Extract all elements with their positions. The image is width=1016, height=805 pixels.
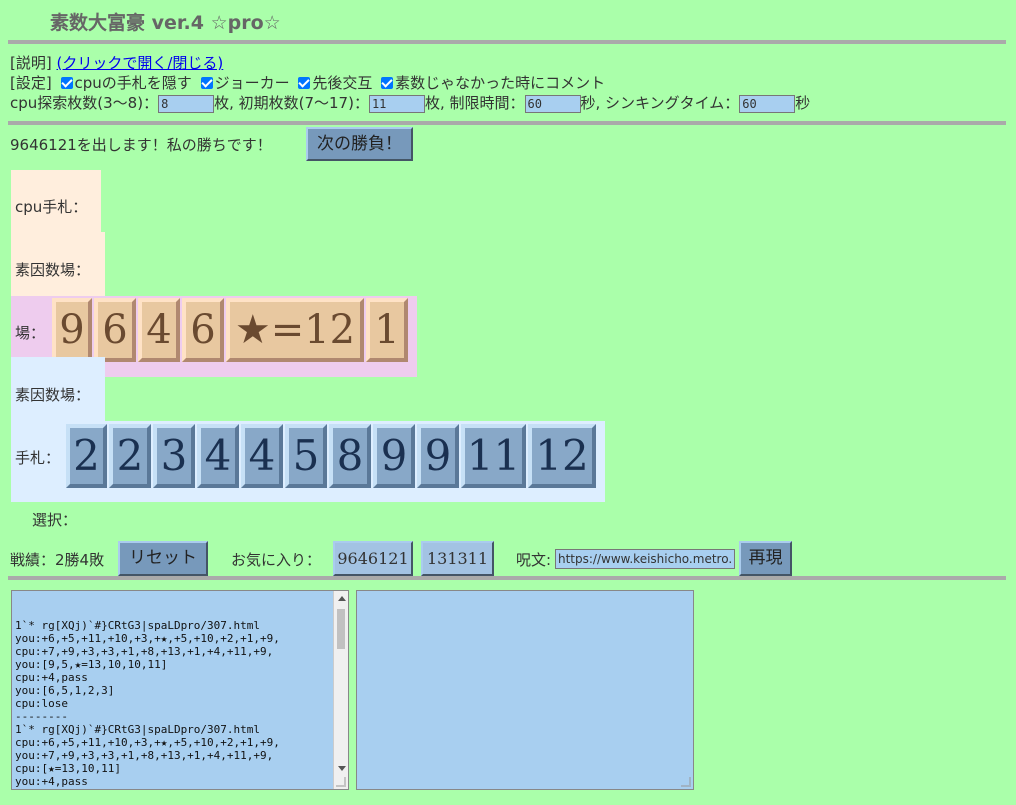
cpu-hand-label: cpu手札： (15, 198, 88, 216)
field-label: 場： (15, 324, 46, 342)
hand-card[interactable]: 12 (528, 424, 596, 488)
field-card: 4 (138, 298, 180, 362)
hand-card[interactable]: 4 (241, 424, 283, 488)
comment-label: 素数じゃなかった時にコメント (395, 74, 606, 92)
scroll-thumb[interactable] (337, 609, 345, 649)
initial-count-input[interactable]: 11 (368, 94, 425, 113)
favorites-label: お気に入り： (231, 551, 322, 569)
time-limit-label: 枚, 制限時間： (424, 94, 525, 112)
next-game-button[interactable]: 次の勝負！ (306, 127, 413, 161)
hand-card[interactable]: 4 (197, 424, 239, 488)
thinking-time-input[interactable]: 60 (739, 94, 796, 113)
favorite-button[interactable]: 131311 (421, 541, 494, 576)
hand-card[interactable]: 9 (417, 424, 459, 488)
field-card: 6 (94, 298, 136, 362)
page-title: 素数大富豪 ver.4 ☆pro☆ (50, 12, 281, 34)
initial-count-label: 枚, 初期枚数(7〜17)： (214, 94, 369, 112)
params-row: cpu探索枚数(3〜8)： 8 枚, 初期枚数(7〜17)： 11 枚, 制限時間： 60… (10, 92, 810, 113)
hand-card[interactable]: 8 (329, 424, 371, 488)
log-textarea[interactable]: 1`* rg[XQj)`#}CRtG3|spaLDpro/307.html yo… (11, 590, 349, 790)
my-factor-label: 素因数場： (15, 386, 91, 404)
select-label: 選択： (32, 511, 78, 529)
hide-cpu-hand-checkbox[interactable] (60, 77, 73, 89)
joker-checkbox[interactable] (200, 77, 213, 89)
comment-checkbox[interactable] (381, 77, 394, 89)
explain-label: [説明] (10, 54, 52, 72)
joker-label: ジョーカー (214, 74, 290, 92)
resize-handle-icon[interactable] (681, 777, 691, 787)
settings-row: [設定] cpuの手札を隠す ジョーカー 先後交互 素数じゃなかった時にコメント (10, 72, 605, 93)
alternate-turn-checkbox[interactable] (298, 77, 311, 89)
cpu-factor-label: 素因数場： (15, 261, 91, 279)
alternate-turn-label: 先後交互 (312, 74, 373, 92)
hand-card[interactable]: 2 (66, 424, 107, 488)
field-card-joker: ★=12 (226, 298, 364, 362)
record-label: 戦績：2勝4敗 (10, 551, 105, 569)
my-hand-label: 手札： (15, 449, 61, 467)
hand-card[interactable]: 5 (285, 424, 327, 488)
field-card: 9 (52, 298, 92, 362)
hide-cpu-hand-label: cpuの手札を隠す (74, 74, 192, 92)
thinking-time-label: 秒, シンキングタイム： (580, 94, 740, 112)
hand-card[interactable]: 2 (109, 424, 151, 488)
explain-toggle-link[interactable]: (クリックで開く/閉じる) (57, 54, 224, 72)
explain-row: [説明] (クリックで開く/閉じる) (10, 52, 223, 73)
divider (8, 121, 1006, 125)
replay-button[interactable]: 再現 (739, 541, 792, 576)
spell-input[interactable]: https://www.keishicho.metro. (555, 549, 735, 569)
favorite-button[interactable]: 9646121 (333, 541, 413, 576)
hand-card[interactable]: 11 (461, 424, 526, 488)
log-text: 1`* rg[XQj)`#}CRtG3|spaLDpro/307.html yo… (15, 619, 280, 789)
reset-button[interactable]: リセット (118, 541, 208, 576)
comment-textarea[interactable] (356, 590, 694, 790)
game-message: 9646121を出します！私の勝ちです！ (10, 136, 272, 154)
field-card: 6 (182, 298, 224, 362)
field-card: 1 (366, 298, 408, 362)
settings-label: [設定] (10, 74, 52, 92)
divider (8, 40, 1006, 44)
seconds-label: 秒 (795, 94, 811, 112)
divider (8, 576, 1006, 580)
spell-label: 呪文: (516, 551, 552, 569)
scroll-up-icon[interactable] (338, 596, 346, 601)
cpu-search-label: cpu探索枚数(3〜8)： (10, 94, 159, 112)
hand-card[interactable]: 9 (373, 424, 415, 488)
hand-card[interactable]: 3 (153, 424, 195, 488)
cpu-search-input[interactable]: 8 (158, 94, 215, 113)
scroll-down-icon[interactable] (338, 766, 346, 771)
time-limit-input[interactable]: 60 (524, 94, 581, 113)
resize-handle-icon[interactable] (336, 777, 346, 787)
log-scrollbar[interactable] (333, 591, 348, 789)
